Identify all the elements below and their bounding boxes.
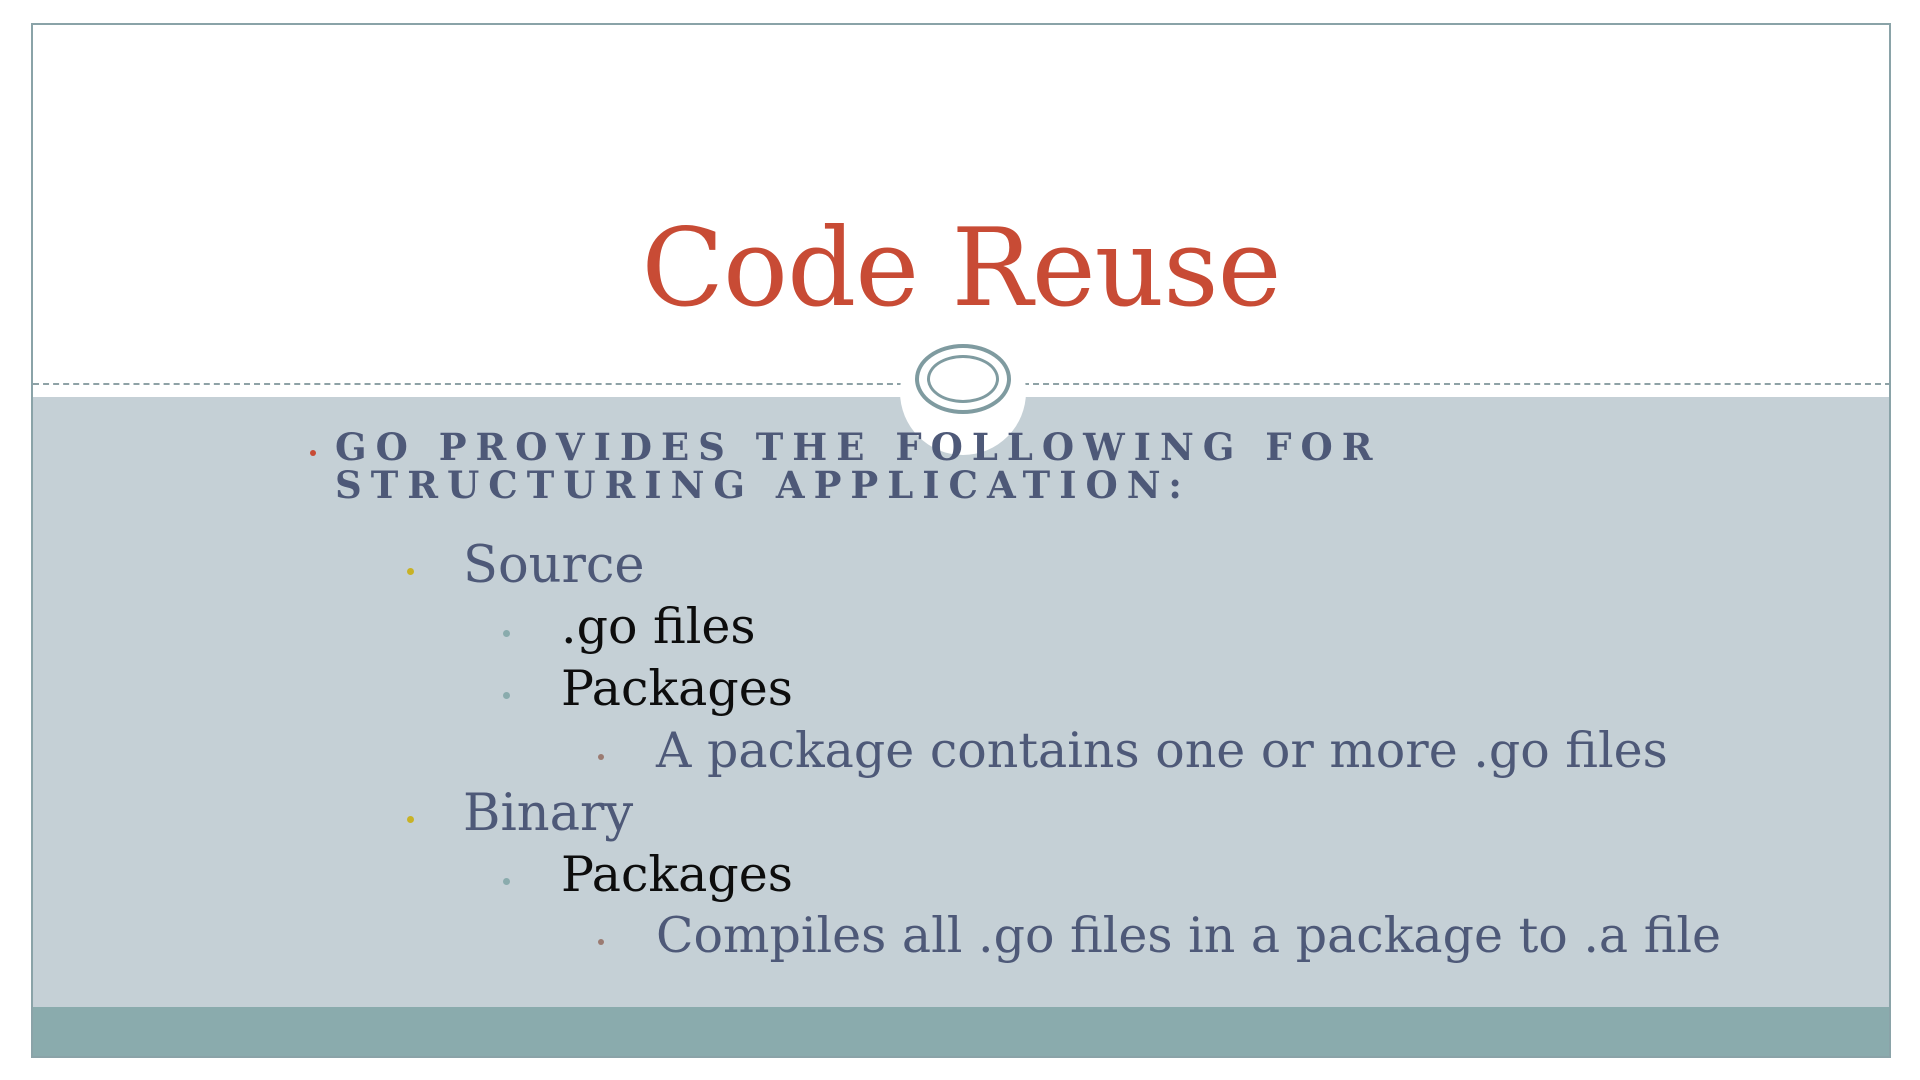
footer-band <box>33 1007 1889 1056</box>
bullet-dot-icon <box>598 939 604 945</box>
bullet-dot-icon <box>503 692 510 699</box>
bullet-source-packages: Packages <box>561 660 793 717</box>
slide: Code Reuse <box>31 23 1891 1058</box>
divider-line-left <box>33 383 903 385</box>
bullet-source-packages-detail: A package contains one or more .go files <box>656 722 1668 779</box>
divider-line-right <box>1023 383 1889 385</box>
bullet-dot-icon <box>503 878 510 885</box>
bullet-main: GO PROVIDES THE FOLLOWING FOR STRUCTURIN… <box>335 425 1382 507</box>
bullet-dot-icon <box>407 568 414 575</box>
bullet-source: Source <box>463 536 645 595</box>
bullet-source-go-files: .go files <box>561 598 756 655</box>
oval-ornament-icon <box>915 344 1011 414</box>
slide-title: Code Reuse <box>641 206 1281 331</box>
bullet-dot-icon <box>503 630 510 637</box>
bullet-binary-packages-detail: Compiles all .go files in a package to .… <box>656 907 1722 964</box>
bullet-dot-icon <box>310 450 316 456</box>
bullet-binary-packages: Packages <box>561 846 793 903</box>
oval-ornament-inner <box>927 355 999 403</box>
bullet-binary: Binary <box>463 784 634 843</box>
bullet-dot-icon <box>598 754 604 760</box>
bullet-dot-icon <box>407 816 414 823</box>
